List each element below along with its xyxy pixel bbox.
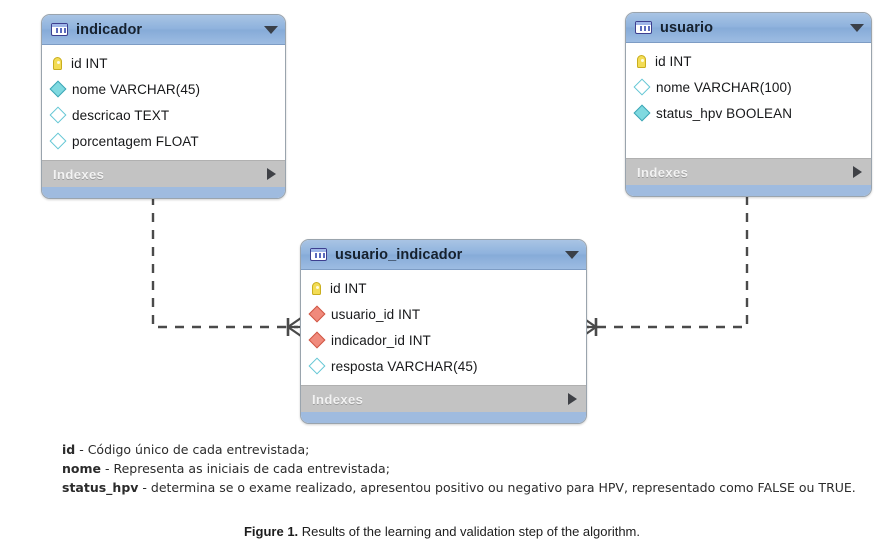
hollow-diamond-icon [633,78,651,96]
red-diamond-icon [308,331,326,349]
hollow-diamond-icon [308,357,326,375]
legend-term: status_hpv [62,480,139,495]
table-bottom-strip [42,187,285,198]
chevron-right-icon[interactable] [568,393,577,405]
relationship-usuario-usuario-indicador [582,187,754,337]
table-row[interactable]: porcentagem FLOAT [42,128,285,154]
table-columns-indicador: id INT nome VARCHAR(45) descricao TEXT p… [42,45,285,160]
figure-number: Figure 1. [243,524,299,539]
hollow-diamond-icon [49,106,67,124]
table-bottom-strip [301,412,586,423]
table-footer-indexes[interactable]: Indexes [626,158,871,185]
er-diagram: indicador id INT nome VARCHAR(45) descri… [0,0,884,430]
key-icon [312,281,321,295]
indexes-label: Indexes [637,164,689,180]
column-label: id INT [71,55,108,71]
table-bottom-strip [626,185,871,196]
column-label: resposta VARCHAR(45) [331,358,478,374]
table-columns-usuario: id INT nome VARCHAR(100) status_hpv BOOL… [626,43,871,158]
chevron-down-icon[interactable] [850,23,864,32]
red-diamond-icon [308,305,326,323]
column-label: nome VARCHAR(100) [656,79,792,95]
table-row[interactable]: usuario_id INT [301,301,586,327]
figure-caption: Figure 1. Results of the learning and va… [0,524,884,539]
table-columns-usuario-indicador: id INT usuario_id INT indicador_id INT r… [301,270,586,385]
key-icon [53,56,62,70]
table-icon [635,21,652,34]
column-label: porcentagem FLOAT [72,133,199,149]
table-row[interactable]: id INT [42,50,285,76]
table-header-indicador[interactable]: indicador [42,15,285,45]
table-header-usuario[interactable]: usuario [626,13,871,43]
er-table-usuario-indicador[interactable]: usuario_indicador id INT usuario_id INT … [300,239,587,424]
table-row[interactable]: id INT [626,48,871,74]
table-header-usuario-indicador[interactable]: usuario_indicador [301,240,586,270]
hollow-diamond-icon [49,132,67,150]
chevron-down-icon[interactable] [264,25,278,34]
figure-caption-text: Results of the learning and validation s… [298,524,640,539]
table-row[interactable]: nome VARCHAR(100) [626,74,871,100]
legend-term: nome [62,461,101,476]
legend-text: - determina se o exame realizado, aprese… [138,480,856,495]
field-legend: id - Código único de cada entrevistada; … [62,441,872,498]
table-row[interactable]: status_hpv BOOLEAN [626,100,871,126]
legend-line: id - Código único de cada entrevistada; [62,441,872,458]
column-label: usuario_id INT [331,306,421,322]
column-label: id INT [655,53,692,69]
table-footer-indexes[interactable]: Indexes [42,160,285,187]
table-icon [310,248,327,261]
column-label: indicador_id INT [331,332,431,348]
column-label: nome VARCHAR(45) [72,81,201,97]
legend-line: nome - Representa as iniciais de cada en… [62,460,872,477]
table-row[interactable]: descricao TEXT [42,102,285,128]
table-icon [51,23,68,36]
column-label: descricao TEXT [72,107,170,123]
table-title: usuario [660,19,714,36]
table-title: usuario_indicador [335,246,463,263]
table-row[interactable]: nome VARCHAR(45) [42,76,285,102]
relationship-indicador-usuario-indicador [146,187,302,337]
key-icon [637,54,646,68]
table-row[interactable]: id INT [301,275,586,301]
er-table-indicador[interactable]: indicador id INT nome VARCHAR(45) descri… [41,14,286,199]
filled-diamond-icon [49,80,67,98]
legend-text: - Código único de cada entrevistada; [75,442,310,457]
indexes-label: Indexes [312,391,364,407]
column-label: status_hpv BOOLEAN [656,105,793,121]
chevron-right-icon[interactable] [267,168,276,180]
filled-diamond-icon [633,104,651,122]
table-footer-indexes[interactable]: Indexes [301,385,586,412]
legend-text: - Representa as iniciais de cada entrevi… [101,461,390,476]
table-row[interactable]: indicador_id INT [301,327,586,353]
column-label: id INT [330,280,367,296]
chevron-down-icon[interactable] [565,250,579,259]
indexes-label: Indexes [53,166,105,182]
table-title: indicador [76,21,143,38]
legend-term: id [62,442,76,457]
legend-line: status_hpv - determina se o exame realiz… [62,479,872,496]
table-row[interactable]: resposta VARCHAR(45) [301,353,586,379]
er-table-usuario[interactable]: usuario id INT nome VARCHAR(100) status_… [625,12,872,197]
chevron-right-icon[interactable] [853,166,862,178]
